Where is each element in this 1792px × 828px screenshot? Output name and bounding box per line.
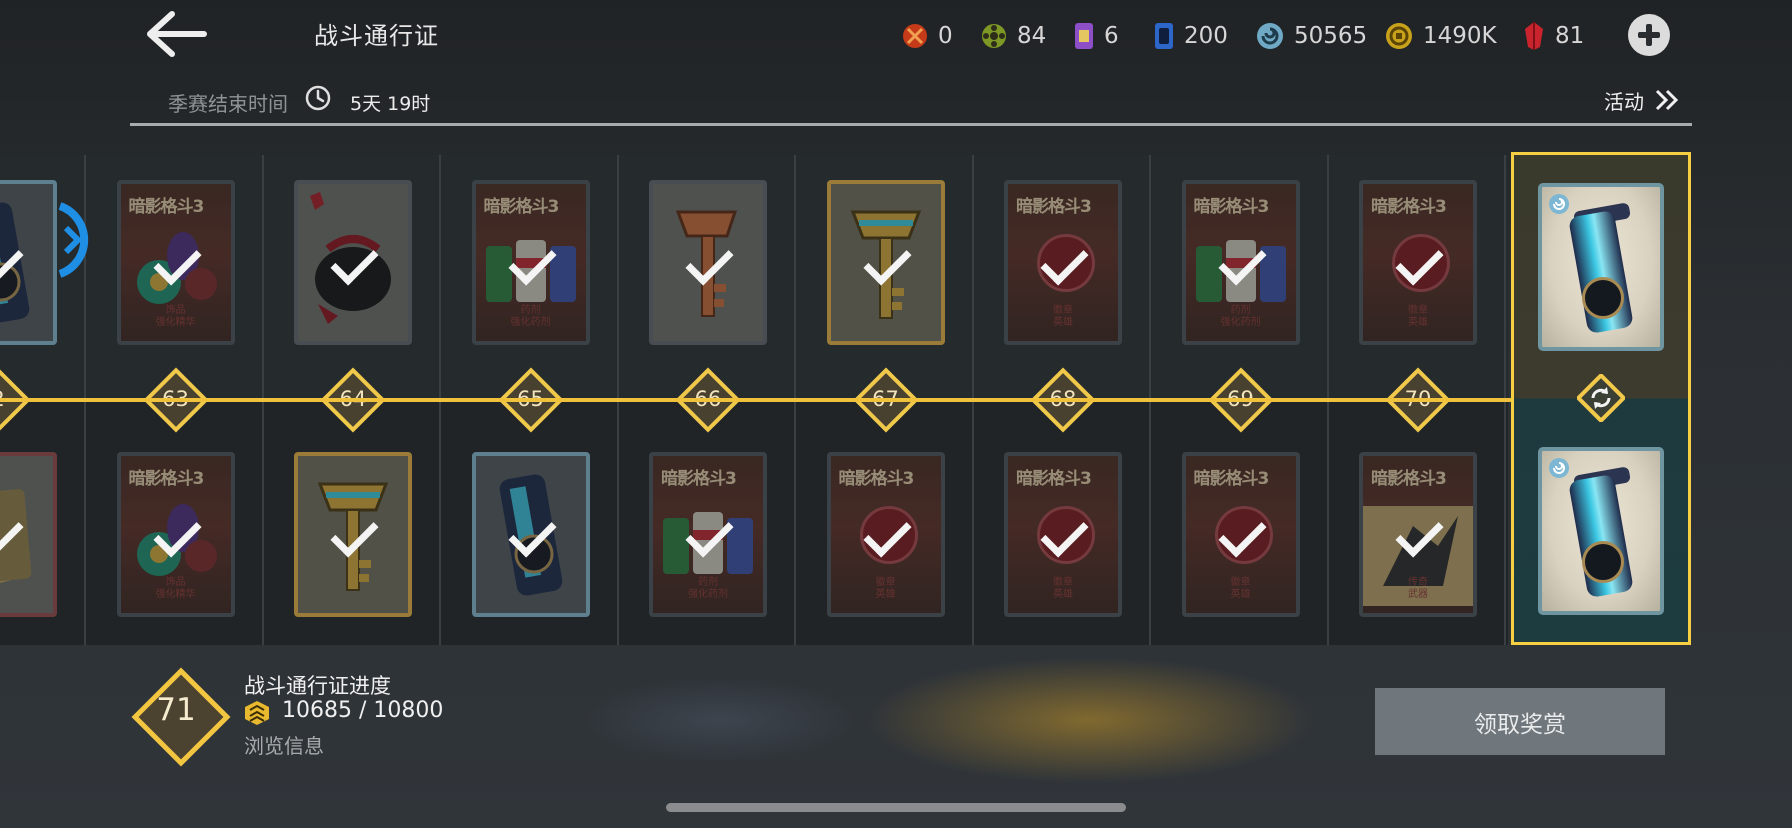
currency-value: 6	[1104, 23, 1119, 49]
refresh-diamond-icon[interactable]	[1577, 374, 1625, 422]
progress-points: 10685 / 10800	[282, 698, 444, 723]
progress-track-line	[0, 398, 1512, 402]
tube-emblem	[1582, 277, 1624, 319]
browse-info-link[interactable]: 浏览信息	[244, 730, 324, 759]
reward-card-premium-gold-key[interactable]	[826, 180, 945, 345]
reward-card-premium-emblem[interactable]: 暗影格斗3 徽章 英雄	[1004, 180, 1122, 345]
add-currency-button[interactable]	[1628, 14, 1670, 56]
progress-title: 战斗通行证进度	[244, 674, 391, 698]
back-button[interactable]	[146, 10, 208, 58]
top-bar: 战斗通行证 0 84 6 200 50565 1490K 81	[0, 0, 1792, 68]
currency-value: 84	[1017, 23, 1047, 49]
currency-swirl-orb[interactable]: 50565	[1256, 18, 1367, 54]
season-end-label: 季赛结束时间	[168, 92, 288, 116]
reward-card-free-emblem[interactable]: 暗影格斗3 徽章 英雄	[1004, 452, 1122, 617]
home-indicator[interactable]	[666, 803, 1126, 812]
currency-value: 50565	[1294, 23, 1368, 49]
reward-card-free-potions[interactable]: 暗影格斗3 饰品 强化精华	[116, 452, 235, 617]
reward-card-premium-jars[interactable]: 暗影格斗3 药剂 强化药剂	[471, 180, 590, 345]
reward-card-premium-copper-key[interactable]	[649, 180, 767, 345]
season-remaining-time: 5天 19时	[350, 93, 431, 115]
activity-link[interactable]: 活动	[1604, 84, 1680, 116]
currency-red-token[interactable]: 0	[902, 18, 953, 54]
reward-card-premium-jars[interactable]: 暗影格斗3 药剂 强化药剂	[1181, 180, 1300, 345]
reward-card-premium-swirl-tube[interactable]	[1538, 183, 1664, 351]
activity-label: 活动	[1604, 89, 1644, 114]
tube-emblem	[1582, 541, 1624, 583]
reward-card-free-gold-key[interactable]	[294, 452, 412, 617]
currency-blue-card[interactable]: 200	[1154, 18, 1228, 54]
reward-card-premium-tube[interactable]	[0, 180, 57, 345]
rank-chevron-icon	[245, 701, 269, 725]
reward-card-free-swirl-tube[interactable]	[1538, 447, 1664, 615]
reward-card-free-emblem[interactable]: 暗影格斗3 徽章 英雄	[826, 452, 945, 617]
season-bar: 季赛结束时间 5天 19时 活动	[130, 76, 1692, 126]
reward-card-free-cards[interactable]	[0, 452, 57, 617]
reward-card-free-tube[interactable]	[471, 452, 590, 617]
blue-arrow-marker-icon	[58, 202, 89, 278]
red-gem-icon	[1525, 22, 1543, 50]
claim-reward-button[interactable]: 领取奖赏	[1375, 688, 1665, 755]
purple-ticket-icon	[1075, 23, 1093, 49]
gold-coin-icon	[1386, 23, 1412, 49]
swirl-orb-icon	[1549, 194, 1569, 214]
reward-card-free-fighter[interactable]: 暗影格斗3 传奇 武器	[1359, 452, 1477, 617]
currency-red-gem[interactable]: 81	[1523, 18, 1584, 54]
page-title: 战斗通行证	[314, 22, 439, 50]
currency-gold-coin[interactable]: 1490K	[1385, 18, 1497, 54]
blue-card-icon	[1155, 23, 1173, 49]
currency-value: 81	[1555, 23, 1585, 49]
reward-card-premium-bag[interactable]	[294, 180, 412, 345]
green-gear-icon	[982, 24, 1006, 48]
season-divider	[130, 123, 1692, 126]
reward-card-premium-potions[interactable]: 暗影格斗3 饰品 强化精华	[116, 180, 235, 345]
reward-card-premium-emblem[interactable]: 暗影格斗3 徽章 英雄	[1359, 180, 1477, 345]
double-chevron-right-icon	[1655, 89, 1679, 111]
swirl-orb-icon	[1257, 23, 1283, 49]
currency-value: 1490K	[1423, 23, 1497, 49]
clock-icon	[305, 85, 331, 111]
back-arrow-icon	[147, 11, 207, 57]
reward-card-free-jars[interactable]: 暗影格斗3 药剂 强化药剂	[649, 452, 767, 617]
currency-value: 200	[1184, 23, 1228, 49]
swirl-orb-icon	[1549, 458, 1569, 478]
currency-purple-ticket[interactable]: 6	[1074, 18, 1119, 54]
red-token-icon	[903, 24, 927, 48]
reward-card-free-emblem[interactable]: 暗影格斗3 徽章 英雄	[1181, 452, 1300, 617]
current-level-number: 71	[156, 692, 196, 728]
currency-green-gear[interactable]: 84	[981, 18, 1046, 54]
currency-value: 0	[938, 23, 953, 49]
